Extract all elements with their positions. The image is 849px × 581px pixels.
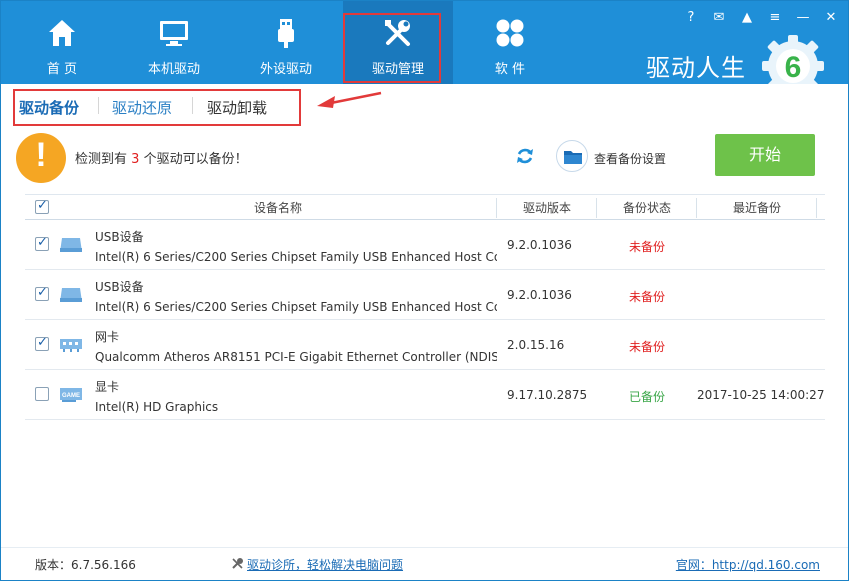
subtab-highlight — [13, 89, 301, 126]
device-category: 显卡 — [95, 380, 120, 394]
arrow-annotation-icon — [317, 91, 382, 108]
column-driver-version: 驱动版本 — [522, 201, 571, 215]
menu-icon[interactable]: ≡ — [766, 9, 784, 27]
home-icon — [49, 20, 75, 46]
column-device-name: 设备名称 — [253, 201, 302, 215]
backup-status: 未备份 — [628, 240, 665, 254]
svg-text:GAME: GAME — [62, 393, 80, 399]
driver-version: 9.17.10.2875 — [507, 388, 588, 402]
device-category: USB设备 — [95, 280, 144, 294]
info-count: 3 — [131, 152, 140, 167]
backup-status: 已备份 — [628, 390, 665, 404]
table-header: 设备名称 驱动版本 备份状态 最近备份 — [25, 194, 825, 220]
device-category: 网卡 — [95, 330, 120, 344]
website-link[interactable]: 官网：http://qd.160.com — [676, 556, 820, 573]
nav-driver-management-label: 驱动管理 — [371, 62, 424, 77]
usb-device-icon — [60, 238, 82, 252]
apps-icon — [496, 19, 524, 47]
skin-icon[interactable]: ▲ — [738, 9, 756, 27]
device-name: Qualcomm Atheros AR8151 PCI-E Gigabit Et… — [95, 350, 497, 364]
driver-version: 2.0.15.16 — [507, 338, 565, 352]
driver-clinic-link[interactable]: 驱动诊所，轻松解决电脑问题 — [247, 556, 403, 573]
last-backup-time: 2017-10-25 14:00:27 — [697, 388, 825, 402]
start-button[interactable]: 开始 — [715, 134, 815, 176]
backup-status: 未备份 — [628, 290, 665, 304]
refresh-icon[interactable] — [514, 145, 536, 167]
table-row[interactable]: USB设备 Intel(R) 6 Series/C200 Series Chip… — [25, 270, 825, 320]
network-card-icon — [60, 339, 82, 352]
brand-logo-digit: 6 — [785, 51, 802, 84]
nav-local-drivers[interactable]: 本机驱动 — [119, 1, 229, 84]
app-window: 首 页 本机驱动 外设驱动 驱动管理 软 件 ? ✉ ▲ ≡ — ✕ 驱动人生 … — [0, 0, 849, 581]
nav-peripheral-drivers[interactable]: 外设驱动 — [231, 1, 341, 84]
backup-count-message: 检测到有 3 个驱动可以备份！ — [75, 148, 248, 167]
nav-driver-management[interactable]: 驱动管理 — [343, 1, 453, 84]
close-icon[interactable]: ✕ — [822, 9, 840, 27]
device-category: USB设备 — [95, 230, 144, 244]
table-row[interactable]: GAME 显卡 Intel(R) HD Graphics 9.17.10.287… — [25, 370, 825, 420]
column-last-backup: 最近备份 — [732, 201, 781, 215]
tools-icon — [385, 20, 410, 46]
footer-bar: 版本：6.7.56.166 驱动诊所，轻松解决电脑问题 官网：http://qd… — [1, 547, 848, 580]
warning-icon: ! — [16, 133, 66, 183]
nav-software[interactable]: 软 件 — [455, 1, 565, 84]
nav-local-drivers-label: 本机驱动 — [147, 62, 200, 77]
graphics-card-icon: GAME — [60, 388, 82, 402]
table-row[interactable]: 网卡 Qualcomm Atheros AR8151 PCI-E Gigabit… — [25, 320, 825, 370]
column-backup-status: 备份状态 — [622, 201, 671, 215]
minimize-icon[interactable]: — — [794, 9, 812, 27]
column-divider — [816, 198, 817, 218]
help-icon[interactable]: ? — [682, 9, 700, 27]
monitor-icon — [160, 21, 188, 46]
message-icon[interactable]: ✉ — [710, 9, 728, 27]
version-label: 版本：6.7.56.166 — [35, 558, 136, 572]
driver-version: 9.2.0.1036 — [507, 288, 572, 302]
table-row[interactable]: USB设备 Intel(R) 6 Series/C200 Series Chip… — [25, 220, 825, 270]
wrench-icon — [232, 558, 243, 569]
device-name: Intel(R) HD Graphics — [95, 400, 219, 414]
nav-peripheral-drivers-label: 外设驱动 — [259, 62, 312, 77]
usb-icon — [278, 19, 294, 48]
backup-settings-button[interactable] — [556, 140, 588, 172]
row-checkbox[interactable] — [35, 235, 49, 251]
backup-status: 未备份 — [628, 340, 665, 354]
nav-home[interactable]: 首 页 — [7, 1, 117, 84]
header-bar: 首 页 本机驱动 外设驱动 驱动管理 软 件 ? ✉ ▲ ≡ — ✕ 驱动人生 … — [1, 1, 848, 97]
device-name: Intel(R) 6 Series/C200 Series Chipset Fa… — [95, 250, 497, 264]
info-prefix: 检测到有 — [75, 152, 128, 167]
backup-settings-label[interactable]: 查看备份设置 — [594, 150, 666, 167]
row-checkbox[interactable] — [35, 285, 49, 301]
brand-name: 驱动人生 — [646, 54, 746, 82]
folder-icon — [564, 151, 582, 164]
usb-device-icon — [60, 288, 82, 302]
select-all-checkbox[interactable] — [35, 198, 49, 214]
info-suffix: 个驱动可以备份！ — [143, 152, 248, 167]
row-checkbox[interactable] — [35, 387, 49, 401]
row-checkbox[interactable] — [35, 335, 49, 351]
device-name: Intel(R) 6 Series/C200 Series Chipset Fa… — [95, 300, 497, 314]
nav-home-label: 首 页 — [46, 62, 78, 77]
nav-software-label: 软 件 — [494, 62, 526, 77]
driver-version: 9.2.0.1036 — [507, 238, 572, 252]
